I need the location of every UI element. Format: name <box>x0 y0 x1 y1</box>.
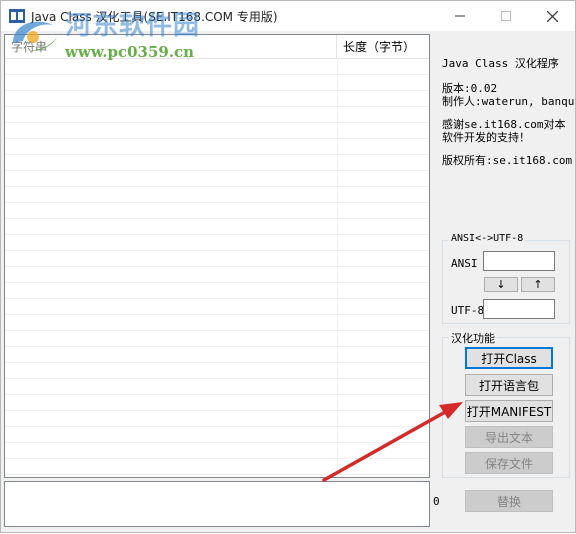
minimize-button[interactable] <box>437 1 483 31</box>
open-manifest-label: 打开MANIFEST <box>466 404 552 419</box>
table-row <box>5 139 429 155</box>
table-row <box>5 59 429 75</box>
table-row <box>5 363 429 379</box>
table-row <box>5 235 429 251</box>
replace-label: 替换 <box>496 494 521 509</box>
arrow-down-icon: ↓ <box>496 278 506 291</box>
table-row <box>5 459 429 475</box>
open-class-button[interactable]: 打开Class <box>465 347 553 369</box>
convert-down-button[interactable]: ↓ <box>484 277 518 292</box>
app-icon <box>9 9 25 23</box>
output-textbox[interactable] <box>4 481 430 527</box>
converter-group: ANSI<->UTF-8 ANSI ↓ ↑ UTF-8 <box>442 233 570 324</box>
table-row <box>5 283 429 299</box>
window-title: Java Class 汉化工具(SE.IT168.COM 专用版) <box>31 10 278 24</box>
minimize-icon <box>455 15 465 17</box>
table-row <box>5 299 429 315</box>
ansi-label: ANSI <box>451 257 478 270</box>
table-header: 字符串 长度（字节） <box>5 35 429 59</box>
string-table[interactable]: 字符串 长度（字节） <box>4 34 430 478</box>
convert-up-button[interactable]: ↑ <box>521 277 555 292</box>
table-row <box>5 91 429 107</box>
functions-legend: 汉化功能 <box>449 330 497 346</box>
table-row <box>5 171 429 187</box>
utf8-input[interactable] <box>483 299 555 319</box>
table-row <box>5 187 429 203</box>
table-row <box>5 107 429 123</box>
maximize-button[interactable] <box>483 1 529 31</box>
table-row <box>5 203 429 219</box>
main-window: Java Class 汉化工具(SE.IT168.COM 专用版) 字符串 长度… <box>0 0 576 533</box>
count-label: 0 <box>433 495 440 508</box>
export-text-label: 导出文本 <box>484 430 533 445</box>
table-row <box>5 331 429 347</box>
table-row <box>5 267 429 283</box>
open-lang-pack-label: 打开语言包 <box>478 378 539 393</box>
app-name-label: Java Class 汉化程序 <box>442 57 559 70</box>
replace-button[interactable]: 替换 <box>465 490 553 512</box>
table-row <box>5 411 429 427</box>
save-file-button[interactable]: 保存文件 <box>465 452 553 474</box>
export-text-button[interactable]: 导出文本 <box>465 426 553 448</box>
maximize-icon <box>501 11 511 21</box>
save-file-label: 保存文件 <box>484 456 533 471</box>
close-button[interactable] <box>529 1 575 31</box>
utf8-label: UTF-8 <box>451 304 485 317</box>
table-row <box>5 75 429 91</box>
table-row <box>5 123 429 139</box>
title-bar[interactable]: Java Class 汉化工具(SE.IT168.COM 专用版) <box>1 1 575 31</box>
table-row <box>5 443 429 459</box>
table-row <box>5 251 429 267</box>
table-row <box>5 427 429 443</box>
column-header-length[interactable]: 长度（字节） <box>337 35 429 59</box>
author-label: 制作人:waterun, banqu <box>442 95 575 108</box>
table-row <box>5 395 429 411</box>
converter-legend: ANSI<->UTF-8 <box>449 233 526 244</box>
table-row <box>5 379 429 395</box>
table-row <box>5 315 429 331</box>
table-row <box>5 219 429 235</box>
table-row <box>5 155 429 171</box>
close-icon <box>546 10 558 22</box>
column-header-string[interactable]: 字符串 <box>5 35 337 59</box>
open-lang-pack-button[interactable]: 打开语言包 <box>465 374 553 396</box>
copyright-label: 版权所有:se.it168.com <box>442 154 573 167</box>
arrow-up-icon: ↑ <box>533 278 543 291</box>
table-row <box>5 347 429 363</box>
open-manifest-button[interactable]: 打开MANIFEST <box>465 400 553 422</box>
open-class-label: 打开Class <box>481 351 537 366</box>
ansi-input[interactable] <box>483 251 555 271</box>
thanks-label-2: 软件开发的支持！ <box>442 131 530 144</box>
